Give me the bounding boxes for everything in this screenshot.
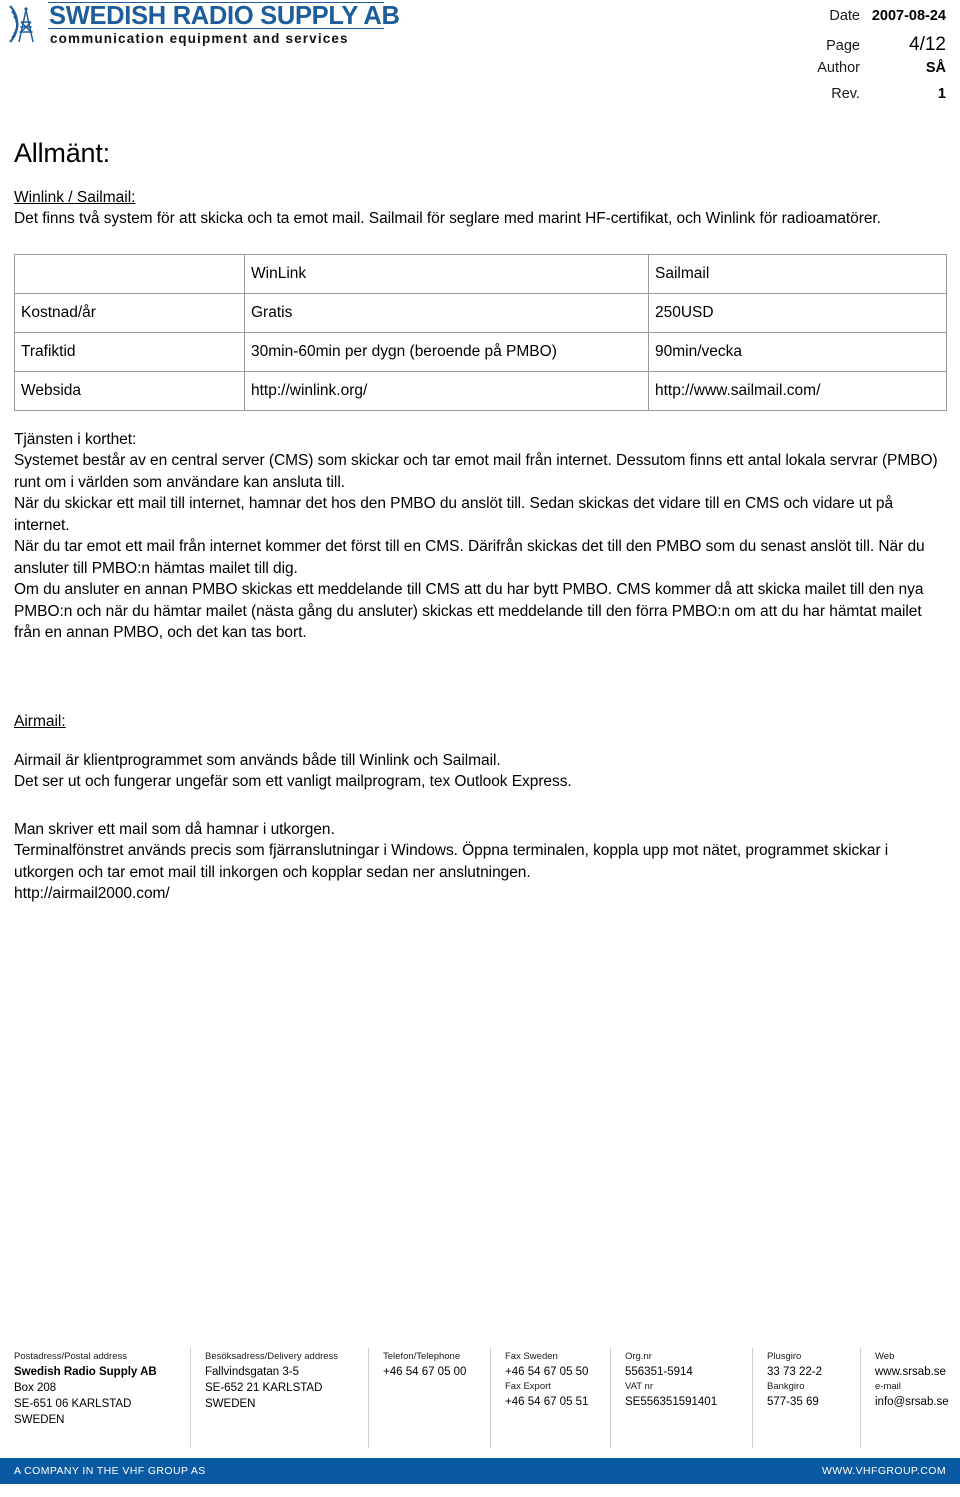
airmail-paragraph-2: Det ser ut och fungerar ungefär som ett …: [14, 773, 572, 790]
page-header: SWEDISH RADIO SUPPLY AB communication eq…: [0, 0, 960, 118]
airmail-usage-1: Man skriver ett mail som då hamnar i utk…: [14, 820, 335, 838]
footer-heading: VAT nr: [625, 1381, 653, 1392]
footer-line: Fallvindsgatan 3-5: [205, 1366, 299, 1378]
footer-website[interactable]: www.srsab.se: [875, 1364, 960, 1380]
airmail-url[interactable]: http://airmail2000.com/: [14, 883, 946, 905]
meta-label-date: Date: [829, 8, 860, 24]
footer-line: SWEDEN: [14, 1414, 65, 1426]
table-cell-label: Kostnad/år: [14, 292, 245, 333]
table-header-cell-blank: [14, 253, 245, 294]
airmail-usage-2: Terminalfönstret används precis som fjär…: [14, 842, 889, 881]
footer-line: +46 54 67 05 00: [383, 1366, 467, 1378]
footer-heading: Postadress/Postal address: [14, 1351, 128, 1362]
footer-line: 556351-5914: [625, 1366, 693, 1378]
table-cell-sailmail: http://www.sailmail.com/: [648, 370, 947, 411]
page-footer: Postadress/Postal address Swedish Radio …: [0, 1348, 960, 1448]
subheading-airmail: Airmail:: [14, 712, 66, 730]
footer-heading: Telefon/Telephone: [383, 1351, 461, 1362]
footer-line: SE-651 06 KARLSTAD: [14, 1398, 132, 1410]
footer-heading: Fax Export: [505, 1381, 551, 1392]
brand-bar-left-text: A COMPANY IN THE VHF GROUP AS: [14, 1465, 206, 1477]
footer-col-org-vat: Org.nr 556351-5914 VAT nr SE556351591401: [610, 1348, 752, 1448]
airmail-paragraph-1: Airmail är klientprogrammet som används …: [14, 751, 501, 769]
meta-value-page: 4/12: [909, 34, 946, 55]
meta-row-page: Page 4/12: [786, 34, 946, 60]
brand-bar-right-url[interactable]: WWW.VHFGROUP.COM: [822, 1465, 946, 1477]
footer-col-delivery-address: Besöksadress/Delivery address Fallvindsg…: [190, 1348, 368, 1448]
footer-heading: Web: [875, 1351, 895, 1362]
table-row: Trafiktid 30min-60min per dygn (beroende…: [14, 331, 947, 372]
footer-line: SE-652 21 KARLSTAD: [205, 1382, 323, 1394]
airmail-usage: Man skriver ett mail som då hamnar i utk…: [14, 819, 946, 905]
table-cell-winlink: http://winlink.org/: [244, 370, 649, 411]
table-row: Kostnad/år Gratis 250USD: [14, 292, 947, 333]
table-cell-winlink: Gratis: [244, 292, 649, 333]
footer-line: 33 73 22-2: [767, 1366, 822, 1378]
document-body: Allmänt: Winlink / Sailmail: Det finns t…: [14, 136, 947, 905]
logo-tagline: communication equipment and services: [50, 31, 349, 46]
footer-email[interactable]: info@srsab.se: [875, 1394, 960, 1410]
footer-col-postal-address: Postadress/Postal address Swedish Radio …: [0, 1348, 190, 1448]
footer-col-telephone: Telefon/Telephone +46 54 67 05 00: [368, 1348, 490, 1448]
intro-paragraph: Det finns två system för att skicka och …: [14, 210, 881, 227]
table-header-cell-winlink: WinLink: [244, 253, 649, 294]
subheading-winlink-sailmail: Winlink / Sailmail:: [14, 189, 136, 206]
meta-row-author: Author SÅ: [786, 60, 946, 86]
footer-line: SE556351591401: [625, 1396, 718, 1408]
footer-heading: Fax Sweden: [505, 1351, 558, 1362]
meta-value-date: 2007-08-24: [871, 8, 946, 24]
meta-row-date: Date 2007-08-24: [786, 8, 946, 34]
table-row: Websida http://winlink.org/ http://www.s…: [14, 370, 947, 411]
meta-label-page: Page: [826, 38, 860, 54]
table-cell-label: Trafiktid: [14, 331, 245, 372]
footer-col-web-email: Web www.srsab.se e-mail info@srsab.se: [860, 1348, 960, 1448]
service-summary-section: Tjänsten i korthet: Systemet består av e…: [14, 429, 946, 644]
table-cell-winlink: 30min-60min per dygn (beroende på PMBO): [244, 331, 649, 372]
table-header-cell-sailmail: Sailmail: [648, 253, 947, 294]
meta-value-rev: 1: [937, 86, 946, 102]
footer-heading: Besöksadress/Delivery address: [205, 1351, 339, 1362]
logo-company-name: SWEDISH RADIO SUPPLY AB: [48, 2, 400, 30]
footer-heading: Org.nr: [625, 1351, 652, 1362]
meta-label-author: Author: [817, 60, 860, 76]
meta-row-rev: Rev. 1: [786, 86, 946, 112]
service-paragraph-1: Systemet består av en central server (CM…: [14, 452, 938, 491]
footer-line: Swedish Radio Supply AB: [14, 1366, 157, 1378]
airmail-description: Airmail är klientprogrammet som används …: [14, 750, 946, 793]
footer-line: +46 54 67 05 50: [505, 1366, 589, 1378]
service-paragraph-2: När du skickar ett mail till internet, h…: [14, 495, 894, 534]
table-cell-sailmail: 250USD: [648, 292, 947, 333]
footer-line: SWEDEN: [205, 1398, 256, 1410]
footer-col-fax: Fax Sweden +46 54 67 05 50 Fax Export +4…: [490, 1348, 610, 1448]
service-summary-label: Tjänsten i korthet:: [14, 430, 137, 448]
table-cell-sailmail: 90min/vecka: [648, 331, 947, 372]
comparison-table: WinLink Sailmail Kostnad/år Gratis 250US…: [14, 253, 947, 411]
footer-heading: Bankgiro: [767, 1381, 805, 1392]
footer-line: Box 208: [14, 1382, 57, 1394]
page-title: Allmänt:: [14, 138, 110, 168]
footer-heading: Plusgiro: [767, 1351, 802, 1362]
footer-col-giro: Plusgiro 33 73 22-2 Bankgiro 577-35 69: [752, 1348, 860, 1448]
footer-heading: e-mail: [875, 1381, 901, 1392]
footer-line: 577-35 69: [767, 1396, 819, 1408]
meta-value-author: SÅ: [925, 60, 946, 76]
brand-bar: A COMPANY IN THE VHF GROUP AS WWW.VHFGRO…: [0, 1458, 960, 1484]
meta-label-rev: Rev.: [831, 86, 860, 102]
company-logo: SWEDISH RADIO SUPPLY AB communication eq…: [4, 2, 400, 48]
table-header-row: WinLink Sailmail: [14, 253, 947, 294]
footer-line: +46 54 67 05 51: [505, 1396, 589, 1408]
table-cell-label: Websida: [14, 370, 245, 411]
radio-tower-icon: [4, 2, 48, 46]
service-paragraph-4: Om du ansluter en annan PMBO skickas ett…: [14, 581, 924, 641]
document-meta: Date 2007-08-24 Page 4/12 Author SÅ Rev.…: [786, 8, 946, 112]
service-paragraph-3: När du tar emot ett mail från internet k…: [14, 538, 925, 577]
